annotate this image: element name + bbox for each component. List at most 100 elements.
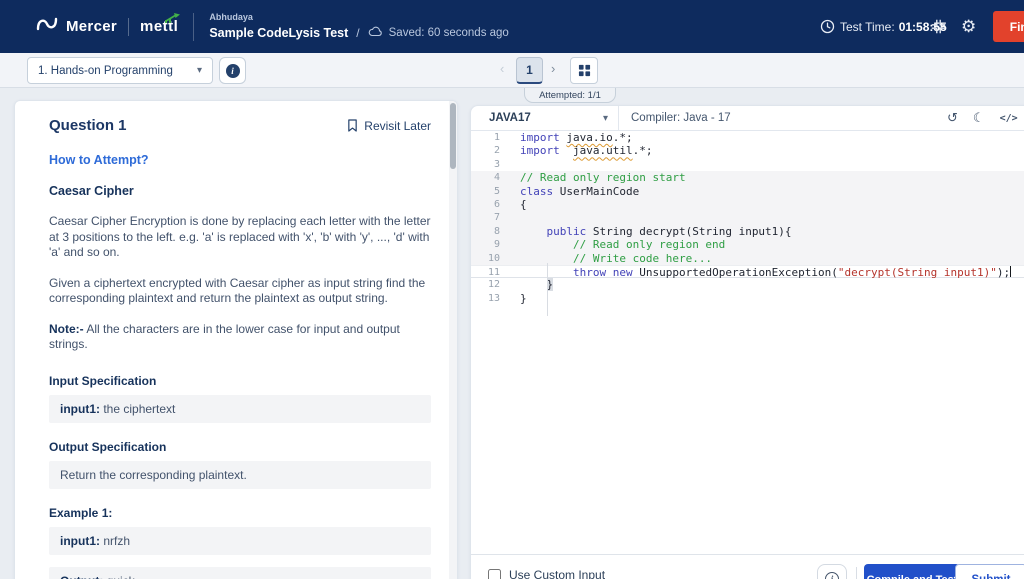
custom-input-checkbox[interactable] <box>488 569 501 579</box>
fit-screen-icon[interactable] <box>930 0 947 53</box>
code-line[interactable]: 9 // Read only region end <box>471 238 1024 251</box>
line-number: 7 <box>471 211 511 224</box>
finish-test-button[interactable]: Finish Test <box>993 11 1024 42</box>
mettl-growth-icon <box>164 11 181 29</box>
reset-history-icon[interactable]: ↺ <box>947 111 958 126</box>
editor-footer: Use Custom Input i Compile and Test Subm… <box>471 554 1024 579</box>
code-format-icon[interactable]: </> <box>1000 113 1018 124</box>
code-line[interactable]: 10 // Write code here... <box>471 252 1024 265</box>
mercer-logo-icon <box>36 17 58 36</box>
code-line[interactable]: 1import java.io.*; <box>471 131 1024 144</box>
note-label: Note:- <box>49 322 84 336</box>
input-spec-heading: Input Specification <box>49 374 431 388</box>
code-line[interactable]: 2import java.util.*; <box>471 144 1024 157</box>
gear-icon[interactable]: ⚙ <box>961 0 976 53</box>
breadcrumb-separator: / <box>356 26 359 40</box>
app-header: Mercer mettl Abhudaya Sample CodeLysis T… <box>0 0 1024 53</box>
code-text: // Read only region start <box>511 171 686 184</box>
revisit-later-label: Revisit Later <box>364 119 431 133</box>
brand-area: Mercer mettl Abhudaya Sample CodeLysis T… <box>0 12 509 42</box>
line-number: 5 <box>471 185 511 198</box>
info-icon: i <box>825 572 839 579</box>
code-text: { <box>511 198 527 211</box>
attempted-badge: Attempted: 1/1 <box>524 88 616 103</box>
line-number: 6 <box>471 198 511 211</box>
code-line[interactable]: 12 } <box>471 278 1024 291</box>
section-dropdown[interactable]: 1. Hands-on Programming ▾ <box>27 57 213 84</box>
cloud-save-icon <box>368 24 383 42</box>
language-dropdown[interactable]: JAVA17 ▾ <box>471 106 619 130</box>
revisit-later-button[interactable]: Revisit Later <box>347 119 431 133</box>
question-scrollbar <box>449 101 457 579</box>
input-spec-box: input1: the ciphertext <box>49 395 431 423</box>
code-text: class UserMainCode <box>511 185 639 198</box>
test-name: Sample CodeLysis Test <box>209 26 348 40</box>
toolbar: 1. Hands-on Programming ▾ i ‹ 1 › <box>0 53 1024 88</box>
line-number: 2 <box>471 144 511 157</box>
question-title: Question 1 <box>49 117 127 134</box>
how-to-attempt-link[interactable]: How to Attempt? <box>49 153 149 167</box>
line-number: 12 <box>471 278 511 291</box>
question-paragraph: Given a ciphertext encrypted with Caesar… <box>49 276 431 307</box>
custom-input-label: Use Custom Input <box>509 568 605 579</box>
next-question-button[interactable]: › <box>551 61 555 76</box>
code-line[interactable]: 7 <box>471 211 1024 224</box>
code-line[interactable]: 5class UserMainCode <box>471 185 1024 198</box>
dark-mode-icon[interactable]: ☾ <box>973 111 985 126</box>
section-dropdown-value: 1. Hands-on Programming <box>38 65 197 77</box>
question-palette-button[interactable] <box>570 57 598 84</box>
header-divider <box>193 13 194 41</box>
clock-icon <box>820 0 835 53</box>
question-scrollbar-thumb[interactable] <box>450 103 456 169</box>
line-number: 10 <box>471 252 511 265</box>
example-output-label: Output: <box>60 574 103 579</box>
test-context: Abhudaya Sample CodeLysis Test / Saved: … <box>209 12 508 42</box>
note-text: All the characters are in the lower case… <box>49 322 400 352</box>
chevron-down-icon: ▾ <box>603 113 608 124</box>
org-name: Abhudaya <box>209 12 508 22</box>
code-text: import java.util.*; <box>511 144 652 157</box>
input1-label: input1: <box>60 402 100 416</box>
example-input-box: input1: nrfzh <box>49 527 431 555</box>
code-line[interactable]: 4// Read only region start <box>471 171 1024 184</box>
line-number: 4 <box>471 171 511 184</box>
example-input-label: input1: <box>60 534 100 548</box>
code-text: // Write code here... <box>511 252 712 265</box>
compile-info-button[interactable]: i <box>817 564 847 579</box>
output-spec-heading: Output Specification <box>49 440 431 454</box>
code-text <box>511 211 520 224</box>
code-text <box>511 158 520 171</box>
code-line[interactable]: 8 public String decrypt(String input1){ <box>471 225 1024 238</box>
code-line[interactable]: 6{ <box>471 198 1024 211</box>
text-cursor <box>1010 266 1011 277</box>
line-number: 3 <box>471 158 511 171</box>
editor-header: JAVA17 ▾ Compiler: Java - 17 ↺ ☾ </> <box>471 106 1024 131</box>
question-panel: Question 1 Revisit Later How to Attempt?… <box>14 100 458 579</box>
question-heading: Caesar Cipher <box>49 184 431 198</box>
code-editor[interactable]: 1import java.io.*;2import java.util.*;34… <box>471 131 1024 554</box>
editor-panel: JAVA17 ▾ Compiler: Java - 17 ↺ ☾ </> 1im… <box>470 105 1024 579</box>
compile-and-test-button[interactable]: Compile and Test <box>864 564 960 579</box>
prev-question-button[interactable]: ‹ <box>500 61 504 76</box>
code-line[interactable]: 11 throw new UnsupportedOperationExcepti… <box>471 265 1024 278</box>
line-number: 9 <box>471 238 511 251</box>
line-number: 11 <box>471 266 511 277</box>
submit-button[interactable]: Submit <box>955 564 1024 579</box>
brand-divider <box>128 18 129 36</box>
info-icon: i <box>226 64 240 78</box>
output-spec-box: Return the corresponding plaintext. <box>49 461 431 489</box>
example-output-box: Output: quick <box>49 567 431 579</box>
compiler-label: Compiler: Java - 17 <box>631 112 731 124</box>
code-line[interactable]: 3 <box>471 158 1024 171</box>
code-line[interactable]: 13} <box>471 292 1024 305</box>
example-input-value: nrfzh <box>100 534 130 548</box>
grid-icon <box>578 64 591 77</box>
example-output-value: quick <box>103 574 134 579</box>
question-note: Note:- All the characters are in the low… <box>49 322 431 353</box>
indent-guide <box>547 263 548 316</box>
test-time-label: Test Time: <box>840 20 895 34</box>
example-heading: Example 1: <box>49 506 431 520</box>
section-info-button[interactable]: i <box>219 57 246 84</box>
line-number: 8 <box>471 225 511 238</box>
question-page-1[interactable]: 1 <box>516 57 543 84</box>
